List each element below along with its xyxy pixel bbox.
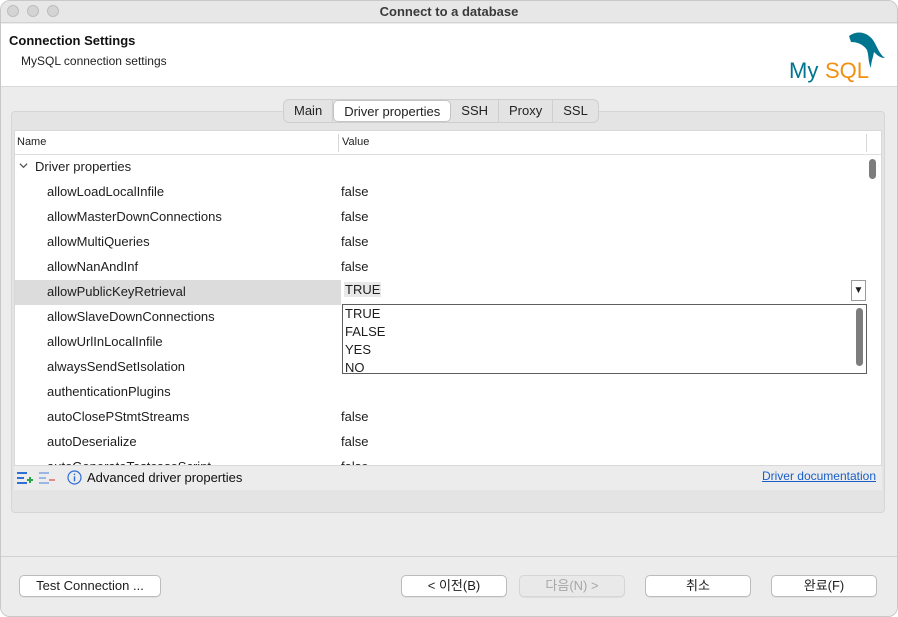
driver-documentation-link[interactable]: Driver documentation [762, 469, 876, 483]
table-header: Name Value [15, 131, 881, 155]
property-name: allowNanAndInf [47, 259, 139, 274]
column-separator [866, 134, 867, 152]
property-name: allowPublicKeyRetrieval [47, 284, 186, 299]
dropdown-option-yes[interactable]: YES [343, 341, 866, 359]
column-separator [338, 134, 339, 152]
property-value[interactable]: false [341, 234, 368, 249]
table-scrollbar[interactable] [869, 159, 876, 179]
table-row[interactable]: allowLoadLocalInfile false [15, 180, 881, 205]
svg-text:My: My [789, 58, 818, 83]
property-value[interactable]: false [341, 209, 368, 224]
property-value[interactable]: false [341, 409, 368, 424]
table-row[interactable]: authenticationPlugins [15, 380, 881, 405]
advanced-properties-label: Advanced driver properties [87, 470, 243, 485]
table-row[interactable]: autoGenerateTestcaseScript false [15, 455, 881, 465]
finish-button[interactable]: 완료(F) [771, 575, 877, 597]
property-value[interactable]: false [341, 184, 368, 199]
table-row[interactable]: autoClosePStmtStreams false [15, 405, 881, 430]
property-name: alwaysSendSetIsolation [47, 359, 186, 374]
dialog-header: Connection Settings MySQL connection set… [1, 24, 897, 87]
title-bar: Connect to a database [1, 1, 897, 23]
property-value[interactable]: false [341, 259, 368, 274]
dropdown-scrollbar[interactable] [856, 308, 863, 366]
dropdown-arrow-icon[interactable]: ▼ [851, 280, 866, 301]
property-value[interactable]: false [341, 459, 368, 465]
header-subtitle: MySQL connection settings [21, 54, 167, 68]
dropdown-option-false[interactable]: FALSE [343, 323, 866, 341]
settings-tabs: Main Driver properties SSH Proxy SSL [283, 99, 599, 123]
table-row[interactable]: allowNanAndInf false [15, 255, 881, 280]
value-dropdown-list: TRUE FALSE YES NO [342, 304, 867, 374]
table-row[interactable]: autoDeserialize false [15, 430, 881, 455]
property-name: allowSlaveDownConnections [47, 309, 215, 324]
property-name: allowUrlInLocalInfile [47, 334, 163, 349]
tab-ssh[interactable]: SSH [451, 100, 500, 122]
table-row[interactable]: allowMasterDownConnections false [15, 205, 881, 230]
tab-proxy[interactable]: Proxy [499, 100, 554, 122]
add-property-icon[interactable] [17, 471, 33, 485]
value-combobox[interactable]: TRUE ▼ [342, 280, 866, 301]
connect-dialog-window: Connect to a database Connection Setting… [0, 0, 898, 617]
combobox-current-value[interactable]: TRUE [344, 282, 382, 297]
property-name: autoClosePStmtStreams [47, 409, 190, 424]
tab-main[interactable]: Main [284, 100, 334, 122]
column-header-value[interactable]: Value [342, 131, 369, 155]
chevron-down-icon[interactable] [19, 161, 28, 170]
dropdown-option-true[interactable]: TRUE [343, 305, 866, 323]
test-connection-button[interactable]: Test Connection ... [19, 575, 161, 597]
property-name: allowMultiQueries [47, 234, 150, 249]
group-row-driver-properties[interactable]: Driver properties [15, 155, 881, 180]
property-name: autoDeserialize [47, 434, 137, 449]
svg-text:SQL: SQL [825, 58, 869, 83]
header-title: Connection Settings [9, 33, 136, 48]
property-name: allowLoadLocalInfile [47, 184, 165, 199]
property-name: autoGenerateTestcaseScript [47, 459, 211, 465]
remove-property-icon[interactable] [39, 471, 55, 485]
property-value[interactable]: false [341, 434, 368, 449]
window-title: Connect to a database [379, 4, 519, 19]
next-button[interactable]: 다음(N) > [519, 575, 625, 597]
property-name: authenticationPlugins [47, 384, 171, 399]
property-name: allowMasterDownConnections [47, 209, 222, 224]
tab-driver-properties[interactable]: Driver properties [333, 100, 452, 122]
group-label: Driver properties [35, 159, 132, 174]
cancel-button[interactable]: 취소 [645, 575, 751, 597]
dropdown-option-no[interactable]: NO [343, 359, 866, 373]
table-footer: Advanced driver properties Driver docume… [14, 466, 882, 490]
info-icon [67, 470, 82, 485]
table-row[interactable]: allowMultiQueries false [15, 230, 881, 255]
option-label[interactable]: TRUE [345, 306, 380, 321]
column-header-name[interactable]: Name [17, 131, 46, 155]
back-button[interactable]: < 이전(B) [401, 575, 507, 597]
mysql-logo: My SQL [789, 32, 885, 83]
tab-ssl[interactable]: SSL [553, 100, 598, 122]
